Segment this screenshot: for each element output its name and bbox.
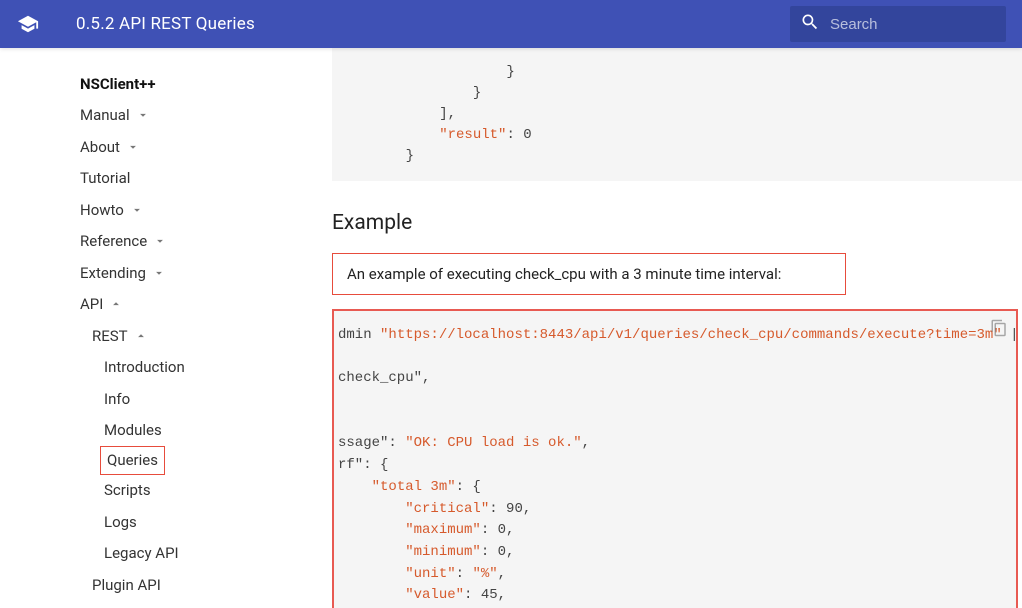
chevron-down-icon	[153, 234, 167, 248]
nav-item-introduction[interactable]: Introduction	[0, 352, 332, 384]
nav-item-tutorial[interactable]: Tutorial	[0, 163, 332, 195]
chevron-up-icon	[134, 329, 148, 343]
code-block-tail: } } ], "result": 0 }	[332, 48, 1022, 181]
nav-item-logs[interactable]: Logs	[0, 506, 332, 538]
nav-item-label: About	[80, 136, 120, 159]
nav-item-label: REST	[92, 325, 128, 348]
search-input[interactable]	[830, 16, 996, 33]
nav-item-reference[interactable]: Reference	[0, 226, 332, 258]
nav-item-legacy-api[interactable]: Legacy API	[0, 538, 332, 570]
topbar: 0.5.2 API REST Queries	[0, 0, 1022, 48]
nav-item-label: Info	[104, 388, 130, 411]
example-description: An example of executing check_cpu with a…	[332, 253, 846, 295]
nav-item-label: Reference	[80, 230, 147, 253]
nav-item-label: Modules	[104, 419, 162, 442]
chevron-down-icon	[152, 266, 166, 280]
nav-item-label: Legacy API	[104, 542, 179, 565]
nav-item-label: Queries	[107, 449, 158, 472]
nav-item-info[interactable]: Info	[0, 383, 332, 415]
chevron-down-icon	[130, 203, 144, 217]
nav-item-plugin-api[interactable]: Plugin API	[0, 569, 332, 601]
nav-item-label: Tutorial	[80, 167, 130, 190]
nav-item-extending[interactable]: Extending	[0, 257, 332, 289]
nav-item-rest[interactable]: REST	[0, 320, 332, 352]
logo-icon	[16, 12, 40, 36]
sidebar-nav: NSClient++ Manual About Tutorial Howto Refere…	[0, 48, 332, 608]
nav-item-manual[interactable]: Manual	[0, 100, 332, 132]
search-icon	[800, 12, 820, 36]
chevron-down-icon	[126, 140, 140, 154]
nav-item-label: Manual	[80, 104, 130, 127]
nav-item-howto[interactable]: Howto	[0, 194, 332, 226]
page-title: 0.5.2 API REST Queries	[76, 14, 255, 34]
search-box[interactable]	[790, 6, 1006, 42]
nav-item-scripts[interactable]: Scripts	[0, 475, 332, 507]
nav-item-nsclient-[interactable]: NSClient++	[0, 68, 332, 100]
nav-item-label: Howto	[80, 199, 124, 222]
nav-item-modules[interactable]: Modules	[0, 415, 332, 447]
nav-item-label: NSClient++	[80, 73, 156, 96]
chevron-up-icon	[109, 297, 123, 311]
code-block-example: dmin "https://localhost:8443/api/v1/quer…	[332, 309, 1018, 608]
section-heading-example: Example	[332, 211, 1022, 235]
nav-item-api[interactable]: API	[0, 289, 332, 321]
nav-item-queries[interactable]: Queries	[100, 446, 165, 475]
nav-item-label: Plugin API	[92, 574, 161, 597]
nav-item-label: Scripts	[104, 479, 151, 502]
content-area: } } ], "result": 0 } Example An example …	[332, 48, 1022, 608]
nav-item-label: API	[80, 293, 103, 316]
copy-icon[interactable]	[990, 319, 1008, 337]
chevron-down-icon	[136, 108, 150, 122]
nav-item-label: Introduction	[104, 356, 185, 379]
nav-item-label: Logs	[104, 511, 137, 534]
nav-item-about[interactable]: About	[0, 131, 332, 163]
nav-item-label: Extending	[80, 262, 146, 285]
